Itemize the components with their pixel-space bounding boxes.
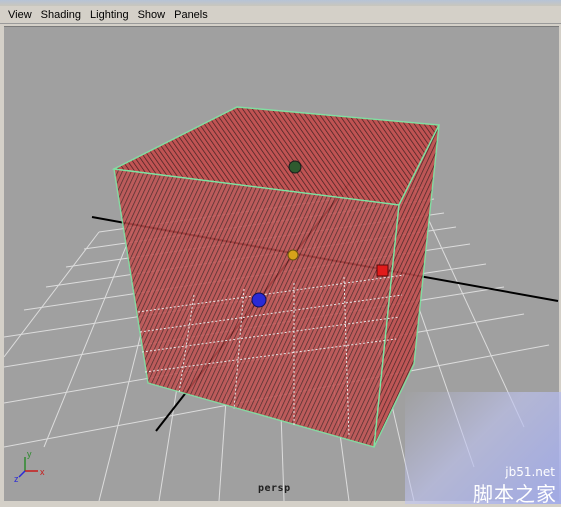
manipulator-green-handle [288, 160, 302, 174]
menu-show[interactable]: Show [138, 6, 166, 24]
axis-indicator-x-label: x [40, 467, 45, 477]
panel-menu-bar: View Shading Lighting Show Panels [0, 6, 561, 24]
cube-mesh[interactable] [111, 106, 441, 448]
axis-indicator-z-label: z [14, 474, 19, 484]
menu-view[interactable]: View [8, 6, 32, 24]
watermark-site-text: jb51.net [505, 465, 555, 479]
cube-front-face [113, 168, 400, 448]
axis-indicator-y-label: y [27, 449, 32, 459]
manipulator-center-handle [287, 249, 299, 261]
menu-lighting[interactable]: Lighting [90, 6, 129, 24]
watermark-chinese-text: 脚本之家 [473, 482, 557, 506]
manipulator-red-handle [376, 264, 389, 277]
axis-orientation-indicator: y x z [14, 449, 45, 484]
maya-viewport-window: View Shading Lighting Show Panels y x z … [0, 0, 561, 506]
camera-name-label: persp [258, 483, 291, 494]
menu-panels[interactable]: Panels [174, 6, 208, 24]
menu-shading[interactable]: Shading [41, 6, 81, 24]
manipulator-blue-handle [251, 292, 267, 308]
